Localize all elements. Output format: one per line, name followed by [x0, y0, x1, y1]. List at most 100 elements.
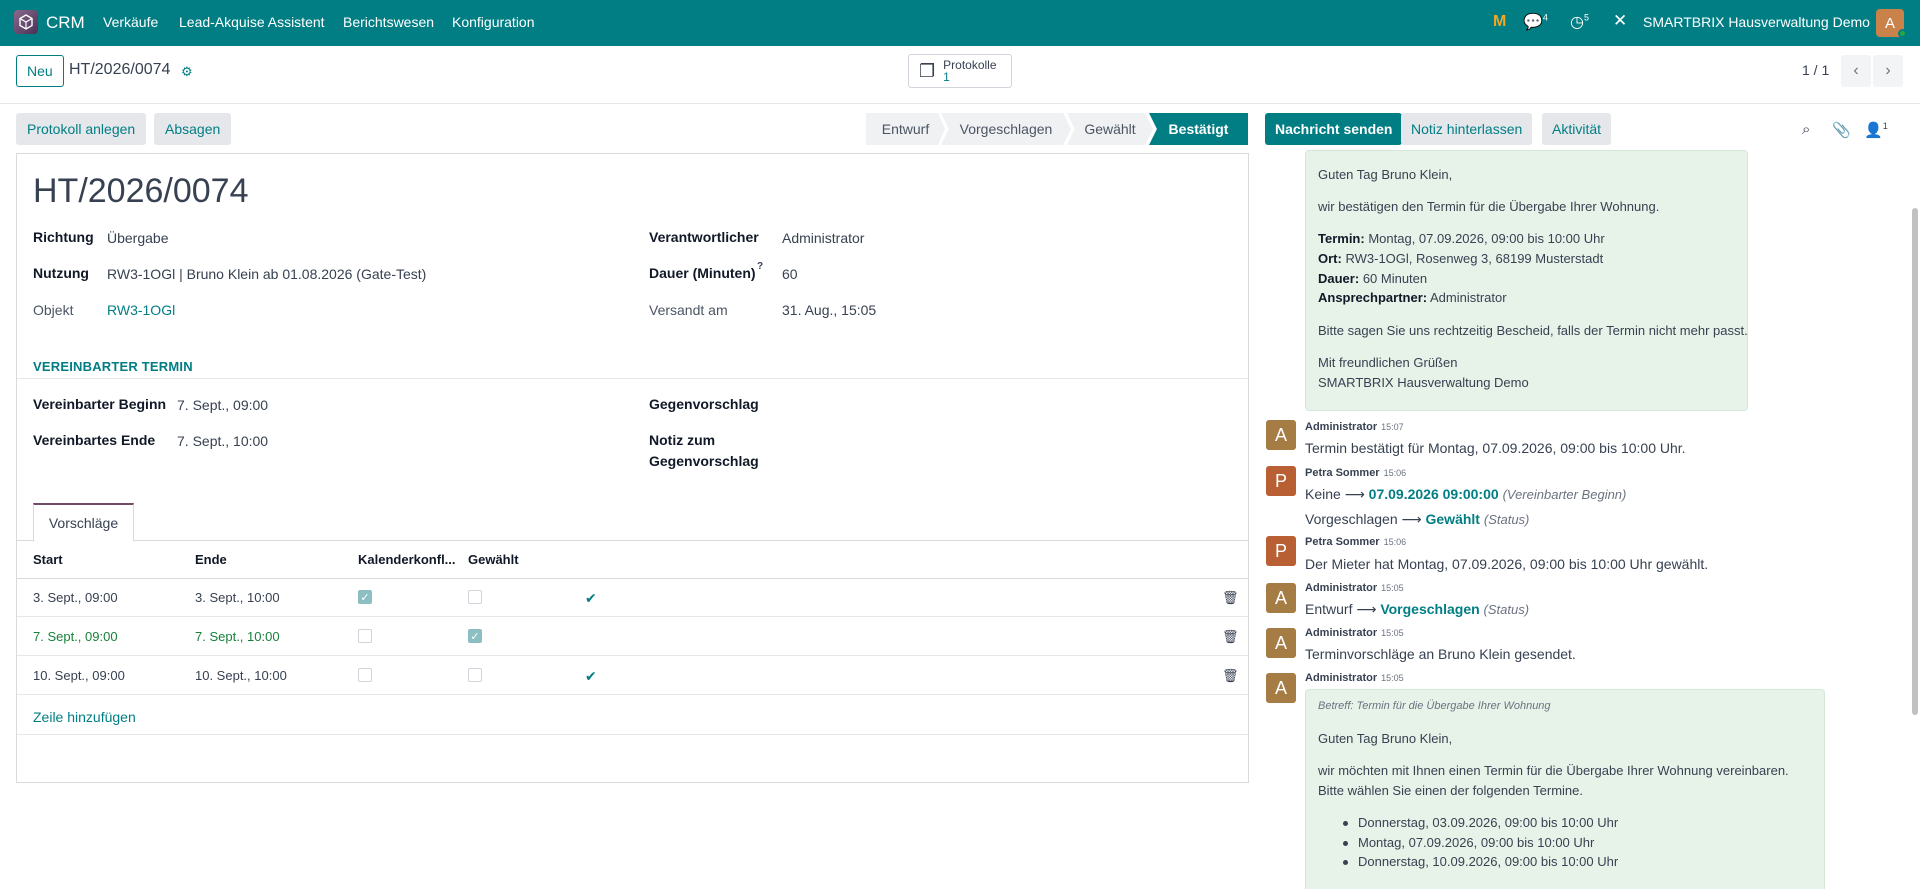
paperclip-icon[interactable]: 📎	[1832, 121, 1851, 139]
konflikt-checkbox[interactable]: ✓	[358, 590, 372, 604]
message-author: Administrator 15:05	[1305, 672, 1404, 684]
pager-value[interactable]: 1 / 1	[1802, 62, 1829, 78]
company-switcher[interactable]: SMARTBRIX Hausverwaltung Demo	[1643, 14, 1870, 30]
avatar[interactable]: A	[1266, 583, 1296, 613]
message-author: Administrator 15:07	[1305, 421, 1404, 433]
menu-konfiguration[interactable]: Konfiguration	[452, 14, 535, 30]
absagen-button[interactable]: Absagen	[154, 113, 232, 145]
chevron-right-icon: ›	[1885, 62, 1891, 79]
beginn-field[interactable]: 7. Sept., 09:00	[177, 397, 268, 413]
message-time: 15:06	[1383, 468, 1407, 478]
change-old-value: Vorgeschlagen	[1305, 511, 1398, 527]
column-start[interactable]: Start	[33, 552, 63, 567]
konflikt-checkbox[interactable]	[358, 629, 372, 643]
gegenvorschlag-label: Gegenvorschlag	[649, 396, 759, 412]
followers-icon[interactable]: 👤1	[1864, 121, 1888, 139]
chatter-scrollbar[interactable]	[1912, 208, 1918, 715]
new-button[interactable]: Neu	[16, 55, 64, 87]
checkmark-icon: ✔	[585, 590, 597, 606]
chatter-toolbar: Nachricht senden Notiz hinterlassen Akti…	[1256, 105, 1920, 153]
change-field-name: (Vereinbarter Beginn)	[1502, 487, 1627, 502]
column-kalenderkonflikt[interactable]: Kalenderkonfl...	[358, 552, 456, 567]
table-row[interactable]: 7. Sept., 09:00 7. Sept., 10:00 ✓ 🗑	[17, 618, 1248, 656]
mail-greeting: Guten Tag Bruno Klein,	[1318, 167, 1453, 182]
smart-button-count: 1	[943, 70, 950, 84]
table-row[interactable]: 10. Sept., 09:00 10. Sept., 10:00 ✔ 🗑	[17, 657, 1248, 695]
top-navbar: CRM Verkäufe Lead-Akquise Assistent Beri…	[0, 0, 1920, 46]
send-message-button[interactable]: Nachricht senden	[1265, 113, 1403, 145]
mail-line1: wir möchten mit Ihnen einen Termin für d…	[1318, 763, 1789, 778]
avatar[interactable]: P	[1266, 466, 1296, 496]
change-field-name: (Status)	[1483, 602, 1530, 617]
tracking-change: Keine ⟶ 07.09.2026 09:00:00 (Vereinbarte…	[1305, 486, 1626, 503]
bullet-icon	[1343, 821, 1348, 826]
avatar[interactable]: P	[1266, 536, 1296, 566]
gewaehlt-checkbox[interactable]	[468, 668, 482, 682]
cell-ende: 7. Sept., 10:00	[195, 629, 280, 644]
arrow-right-icon: ⟶	[1401, 511, 1426, 527]
menu-berichtswesen[interactable]: Berichtswesen	[343, 14, 434, 30]
tab-vorschlaege[interactable]: Vorschläge	[33, 503, 134, 542]
breadcrumb: HT/2026/0074	[69, 61, 171, 78]
column-gewaehlt[interactable]: Gewählt	[468, 552, 519, 567]
gewaehlt-checkbox[interactable]	[468, 590, 482, 604]
stage-entwurf[interactable]: Entwurf	[866, 113, 945, 145]
nutzung-label: Nutzung	[33, 265, 89, 281]
verantwortlicher-field[interactable]: Administrator	[782, 230, 864, 246]
search-icon[interactable]: ⌕	[1802, 121, 1810, 138]
control-panel: Neu HT/2026/0074 ⚙ ❐ Protokolle 1 1 / 1 …	[0, 46, 1920, 104]
menu-verkaeufe[interactable]: Verkäufe	[103, 14, 158, 30]
trash-icon[interactable]: 🗑	[1222, 629, 1239, 645]
richtung-field[interactable]: Übergabe	[107, 230, 169, 246]
checkmark-icon: ✔	[585, 668, 597, 684]
trash-icon[interactable]: 🗑	[1222, 668, 1239, 684]
protokoll-anlegen-button[interactable]: Protokoll anlegen	[16, 113, 147, 145]
gewaehlt-checkbox[interactable]: ✓	[468, 629, 482, 643]
dauer-field[interactable]: 60	[782, 266, 798, 282]
record-title: HT/2026/0074	[33, 172, 249, 210]
activity-button[interactable]: Aktivität	[1542, 113, 1612, 145]
cell-start: 7. Sept., 09:00	[33, 629, 118, 644]
avatar[interactable]: A	[1266, 673, 1296, 703]
ende-field[interactable]: 7. Sept., 10:00	[177, 433, 268, 449]
cell-start: 10. Sept., 09:00	[33, 668, 125, 683]
column-ende[interactable]: Ende	[195, 552, 227, 567]
gear-icon[interactable]: ⚙	[181, 64, 193, 80]
crm-app-icon[interactable]	[14, 10, 38, 34]
mail-subject: Betreff: Termin für die Übergabe Ihrer W…	[1318, 700, 1551, 712]
pager-previous-button[interactable]: ‹	[1841, 55, 1871, 87]
trash-icon[interactable]: 🗑	[1222, 590, 1239, 606]
m-logo-icon[interactable]: M	[1493, 13, 1506, 31]
stage-bestaetigt[interactable]: Bestätigt	[1149, 113, 1248, 145]
tracking-change: Vorgeschlagen ⟶ Gewählt (Status)	[1305, 511, 1529, 528]
bullet-icon	[1343, 841, 1348, 846]
tools-icon[interactable]: ✕	[1613, 11, 1627, 31]
chat-bubbles-icon[interactable]: 💬4	[1523, 12, 1548, 32]
avatar[interactable]: A	[1266, 628, 1296, 658]
konflikt-checkbox[interactable]	[358, 668, 372, 682]
form-statusbar: Protokoll anlegen Absagen Entwurf Vorges…	[0, 105, 1256, 153]
clock-icon[interactable]: ◷5	[1570, 12, 1589, 32]
stage-vorgeschlagen[interactable]: Vorgeschlagen	[941, 113, 1071, 145]
ende-label: Vereinbartes Ende	[33, 432, 156, 448]
pager-next-button[interactable]: ›	[1873, 55, 1903, 87]
menu-lead-akquise[interactable]: Lead-Akquise Assistent	[179, 14, 325, 30]
help-tooltip-icon[interactable]: ?	[757, 261, 763, 272]
change-new-value: Vorgeschlagen	[1380, 601, 1480, 617]
notiz-label-line2: Gegenvorschlag	[649, 453, 759, 469]
objekt-link[interactable]: RW3-1OGl	[107, 302, 175, 318]
stage-gewaehlt[interactable]: Gewählt	[1067, 113, 1153, 145]
app-name[interactable]: CRM	[46, 13, 85, 33]
message-time: 15:05	[1381, 628, 1404, 638]
nutzung-field[interactable]: RW3-1OGl | Bruno Klein ab 01.08.2026 (Ga…	[107, 266, 426, 282]
table-row[interactable]: 3. Sept., 09:00 3. Sept., 10:00 ✓ ✔ 🗑	[17, 579, 1248, 617]
protokolle-smart-button[interactable]: ❐ Protokolle 1	[908, 54, 1012, 88]
change-new-value: Gewählt	[1425, 511, 1480, 527]
mail-signature: SMARTBRIX Hausverwaltung Demo	[1318, 375, 1529, 390]
versandt-label: Versandt am	[649, 302, 728, 318]
notebook-tabs: Vorschläge	[17, 503, 1248, 542]
avatar[interactable]: A	[1266, 420, 1296, 450]
add-line-link[interactable]: Zeile hinzufügen	[33, 709, 136, 725]
message-time: 15:05	[1381, 673, 1404, 683]
log-note-button[interactable]: Notiz hinterlassen	[1401, 113, 1533, 145]
